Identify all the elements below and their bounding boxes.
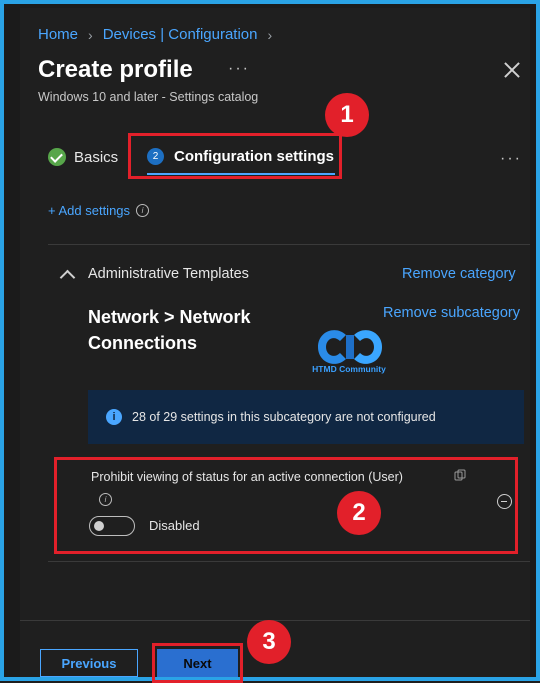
htmd-logo-text: HTMD Community xyxy=(312,364,386,374)
create-profile-panel: Home › Devices | Configuration › Create … xyxy=(20,8,530,683)
step-number-badge: 2 xyxy=(147,148,164,165)
remove-subcategory-link[interactable]: Remove subcategory xyxy=(383,305,520,321)
tab-configuration-settings[interactable]: 2 Configuration settings xyxy=(147,148,334,165)
divider xyxy=(48,244,530,245)
active-tab-underline xyxy=(147,173,335,175)
annotation-badge-3: 3 xyxy=(247,620,291,664)
next-button[interactable]: Next xyxy=(157,649,238,677)
setting-label: Prohibit viewing of status for an active… xyxy=(91,470,403,484)
tab-basics[interactable]: Basics xyxy=(48,148,118,166)
tab-configuration-settings-label: Configuration settings xyxy=(174,148,334,165)
more-options-icon[interactable]: ··· xyxy=(500,150,522,168)
info-icon[interactable]: i xyxy=(136,204,150,217)
user-scope-icon xyxy=(454,469,466,481)
checkmark-icon xyxy=(48,148,66,166)
info-banner: i 28 of 29 settings in this subcategory … xyxy=(88,390,524,444)
add-settings-link[interactable]: + Add settings i xyxy=(48,203,150,218)
breadcrumb-home[interactable]: Home xyxy=(38,26,78,43)
chevron-right-icon: › xyxy=(267,26,273,43)
info-icon: i xyxy=(106,409,122,425)
close-icon[interactable] xyxy=(504,62,520,78)
subcategory-title: Network > Network Connections xyxy=(88,307,251,353)
toggle-state-label: Disabled xyxy=(149,518,200,533)
remove-category-link[interactable]: Remove category xyxy=(402,266,516,282)
annotation-badge-2: 2 xyxy=(337,491,381,535)
annotation-badge-1: 1 xyxy=(325,93,369,137)
tab-basics-label: Basics xyxy=(74,148,119,166)
setting-toggle[interactable] xyxy=(89,516,135,536)
chevron-up-icon[interactable] xyxy=(59,269,76,286)
add-settings-label: + Add settings xyxy=(48,203,131,218)
breadcrumb: Home › Devices | Configuration › xyxy=(38,26,272,43)
remove-setting-icon[interactable] xyxy=(497,494,512,509)
category-label: Administrative Templates xyxy=(88,266,249,282)
breadcrumb-devices-configuration[interactable]: Devices | Configuration xyxy=(103,26,258,43)
tab-configuration-settings-highlight: 2 Configuration settings xyxy=(128,133,342,179)
page-subtitle: Windows 10 and later - Settings catalog xyxy=(38,90,259,104)
toggle-knob xyxy=(94,521,104,531)
info-banner-text: 28 of 29 settings in this subcategory ar… xyxy=(132,410,436,424)
more-options-icon[interactable]: ··· xyxy=(228,60,250,78)
setting-row-highlight: Prohibit viewing of status for an active… xyxy=(54,457,518,554)
previous-button[interactable]: Previous xyxy=(40,649,138,677)
next-button-highlight: Next xyxy=(152,643,243,683)
info-icon[interactable]: i xyxy=(99,493,112,506)
page-title: Create profile xyxy=(38,56,193,83)
divider xyxy=(48,561,530,562)
chevron-right-icon: › xyxy=(88,26,93,43)
